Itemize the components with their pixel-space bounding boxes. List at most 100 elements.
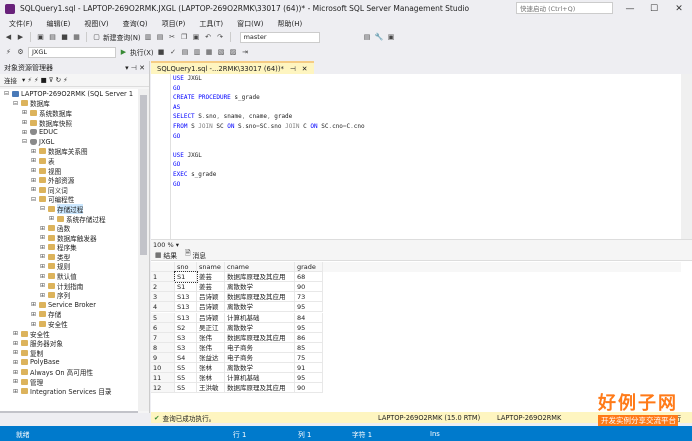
tree-node[interactable]: ⊞ 表 (0, 156, 138, 166)
expand-icon[interactable]: ⊞ (21, 119, 28, 126)
plan-icon[interactable]: ▥ (193, 48, 202, 57)
minimize-button[interactable]: — (619, 0, 641, 17)
tree-node[interactable]: ⊞ 系统存储过程 (0, 214, 138, 224)
save-icon[interactable]: ■ (60, 33, 69, 42)
row-number[interactable]: 7 (151, 332, 175, 343)
grid-cell[interactable]: S4 (175, 352, 197, 363)
expand-icon[interactable]: ⊞ (30, 311, 37, 318)
grid-cell[interactable]: 姜芸 (197, 282, 225, 293)
tree-node[interactable]: ⊞ Always On 高可用性 (0, 367, 138, 378)
expand-icon[interactable]: ⊞ (30, 321, 37, 328)
grid-cell[interactable]: 张林 (197, 373, 225, 384)
tree-node[interactable]: ⊞ 安全性 (0, 329, 138, 339)
redo-icon[interactable]: ↷ (216, 33, 225, 42)
expand-icon[interactable]: ⊞ (12, 369, 19, 376)
tree-node[interactable]: ⊞ 存储 (0, 310, 138, 320)
forward-icon[interactable]: ▶ (16, 33, 25, 42)
tree-node[interactable]: ⊞ 同义词 (0, 185, 138, 195)
expand-icon[interactable]: ⊞ (30, 157, 37, 164)
open-icon[interactable]: ▤ (48, 33, 57, 42)
expand-icon[interactable]: ⊞ (39, 263, 46, 270)
tab-results[interactable]: ▦ 结果 (155, 250, 177, 260)
grid-cell[interactable]: 姜芸 (197, 272, 225, 283)
row-number[interactable]: 4 (151, 302, 175, 313)
tree-scrollbar[interactable] (138, 89, 149, 411)
zoom-combo[interactable]: 100 % ▾ (151, 239, 692, 249)
grid-cell[interactable]: 73 (295, 292, 323, 303)
table-row[interactable]: 10 S5 张林 离散数学 91 (151, 363, 681, 373)
expand-icon[interactable]: ⊞ (12, 359, 19, 366)
menu-item[interactable]: 帮助(H) (277, 19, 302, 29)
results-icon[interactable]: ▧ (217, 48, 226, 57)
execute-button[interactable]: ▶ 执行(X) (119, 47, 154, 57)
tree-node[interactable]: ⊟ 可编程性 (0, 195, 138, 205)
cut-icon[interactable]: ✂ (168, 33, 177, 42)
copy-icon[interactable]: ❐ (180, 33, 189, 42)
menu-item[interactable]: 窗口(W) (237, 19, 263, 29)
new-project-icon[interactable]: ▣ (36, 33, 45, 42)
grid-cell[interactable]: 85 (295, 342, 323, 353)
close-icon[interactable]: ✕ (302, 65, 308, 73)
window-icon[interactable]: ▣ (387, 33, 396, 42)
row-number[interactable]: 10 (151, 363, 175, 373)
grid-cell[interactable]: 91 (295, 363, 323, 373)
grid-cell[interactable]: 吕诗颖 (197, 312, 225, 323)
menu-item[interactable]: 工具(T) (199, 19, 223, 29)
column-header[interactable]: sno (175, 262, 197, 272)
grid-cell[interactable]: S1 (174, 271, 198, 284)
grid-cell[interactable]: 吕诗颖 (197, 292, 225, 303)
tree-node[interactable]: ⊟ JXGL (0, 137, 138, 147)
grid-cell[interactable]: 75 (295, 352, 323, 363)
undo-icon[interactable]: ↶ (204, 33, 213, 42)
grid-cell[interactable]: 90 (295, 383, 323, 394)
expand-icon[interactable]: ⊞ (48, 215, 55, 222)
grid-cell[interactable]: 95 (295, 373, 323, 384)
pin-icon[interactable]: ⊣ (290, 65, 296, 73)
grid-cell[interactable]: 离散数学 (225, 322, 295, 333)
expand-icon[interactable]: ⊞ (12, 378, 19, 385)
expand-icon[interactable]: ⊞ (39, 273, 46, 280)
quick-launch-input[interactable]: 快速启动 (Ctrl+Q) (516, 2, 613, 14)
tab-messages[interactable]: 🗎 消息 (185, 249, 206, 260)
menu-item[interactable]: 查询(Q) (123, 19, 148, 29)
expand-icon[interactable]: ⊞ (39, 282, 46, 289)
grid-cell[interactable]: 吴正江 (197, 322, 225, 333)
row-number[interactable]: 5 (151, 312, 175, 323)
tree-node[interactable]: ⊞ 服务器对象 (0, 338, 138, 349)
column-header[interactable]: cname (225, 262, 295, 272)
query-editor[interactable]: USE JXGL GO CREATE PROCEDURE s_grade AS SELE… (151, 74, 681, 239)
plan-icon[interactable]: ▤ (181, 48, 190, 57)
wrench-icon[interactable]: 🔧 (375, 33, 384, 42)
tree-node[interactable]: ⊞ 管理 (0, 377, 138, 387)
grid-cell[interactable]: 电子商务 (225, 352, 295, 363)
grid-cell[interactable]: 离散数学 (225, 363, 295, 373)
expand-icon[interactable]: ⊞ (39, 244, 46, 251)
menu-item[interactable]: 文件(F) (9, 19, 33, 29)
connect-icon[interactable]: ⚡ (4, 48, 13, 57)
menu-item[interactable]: 项目(P) (162, 19, 186, 29)
grid-cell[interactable]: S13 (175, 302, 197, 313)
connect-button[interactable]: 连接 (4, 75, 17, 85)
column-header[interactable]: grade (295, 262, 323, 272)
grid-cell[interactable]: 王洪敏 (197, 383, 225, 394)
filter-icon[interactable]: ⚙ (16, 48, 25, 57)
expand-icon[interactable]: ⊞ (12, 388, 19, 395)
query-icon[interactable]: ▤ (156, 33, 165, 42)
grid-cell[interactable]: 张伟 (197, 332, 225, 343)
database-combo[interactable]: JXGL (28, 46, 116, 58)
grid-cell[interactable]: S3 (175, 342, 197, 353)
tree-node[interactable]: ⊟ LAPTOP-269O2RMK (SQL Server 1 (0, 89, 138, 99)
collapse-icon[interactable]: ⊟ (12, 100, 19, 107)
grid-cell[interactable]: 86 (295, 332, 323, 343)
scroll-thumb[interactable] (140, 95, 147, 255)
expand-icon[interactable]: ⊞ (30, 177, 37, 184)
grid-cell[interactable]: S13 (175, 292, 197, 303)
grid-cell[interactable]: 数据库原理及其应用 (225, 292, 295, 303)
row-number[interactable]: 9 (151, 352, 175, 363)
tree-node[interactable]: ⊞ PolyBase (0, 358, 138, 368)
collapse-icon[interactable]: ⊟ (21, 138, 28, 145)
expand-icon[interactable]: ⊞ (30, 148, 37, 155)
grid-cell[interactable]: 84 (295, 312, 323, 323)
row-number[interactable]: 8 (151, 342, 175, 353)
tree-node[interactable]: ⊟ 数据库 (0, 99, 138, 109)
